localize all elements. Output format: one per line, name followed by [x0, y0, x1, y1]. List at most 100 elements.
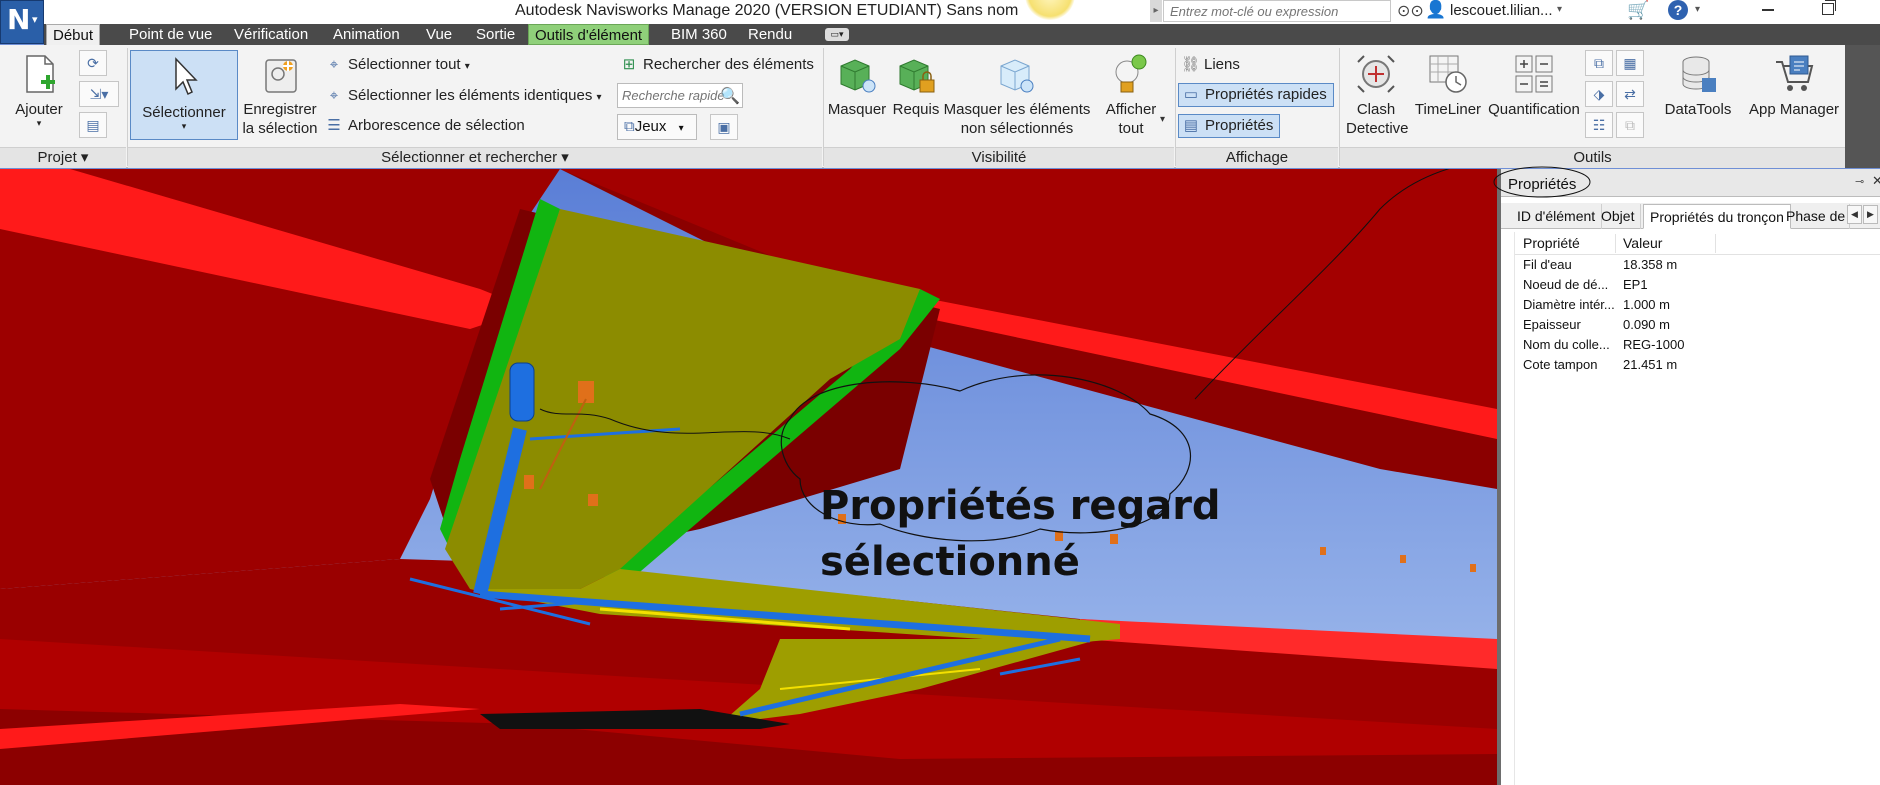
save-selection-button[interactable]: Enregistrer la sélection — [240, 52, 320, 138]
quick-properties-button[interactable]: ▭ Propriétés rapides — [1178, 83, 1334, 107]
table-row[interactable]: Fil d'eau 18.358 m — [1515, 255, 1880, 275]
tab-rendu[interactable]: Rendu — [742, 24, 798, 45]
column-header-property[interactable]: Propriété — [1523, 232, 1615, 255]
clash-label-line2: Detective — [1346, 120, 1409, 137]
tool-small-2-icon[interactable]: ▦ — [1616, 50, 1644, 76]
refresh-icon[interactable]: ⟳ — [79, 50, 107, 76]
hide-cube-icon — [835, 52, 879, 96]
help-icon[interactable]: ? — [1668, 0, 1688, 20]
quick-find-search-icon[interactable]: 🔍 — [720, 86, 740, 106]
select-all-label: Sélectionner tout — [348, 56, 461, 73]
selection-tree-label: Arborescence de sélection — [348, 117, 525, 134]
show-all-button[interactable]: Afficher tout — [1095, 52, 1167, 138]
properties-gutter — [1501, 232, 1515, 785]
tool-small-6-icon[interactable]: ⧉ — [1616, 112, 1644, 138]
maximize-icon[interactable] — [1822, 0, 1836, 15]
tab-bim-360[interactable]: BIM 360 — [665, 24, 733, 45]
select-all-button[interactable]: ⌖ Sélectionner tout ▾ — [325, 54, 470, 78]
timeliner-button[interactable]: TimeLiner — [1413, 52, 1483, 119]
tool-small-4-icon[interactable]: ⇄ — [1616, 81, 1644, 107]
scene-drawing — [0, 169, 1497, 785]
tab-vue[interactable]: Vue — [420, 24, 458, 45]
minimize-icon[interactable] — [1762, 9, 1774, 11]
find-items-button[interactable]: ⊞ Rechercher des éléments — [620, 54, 814, 78]
help-dropdown-icon[interactable]: ▾ — [1695, 4, 1700, 15]
tab-verification[interactable]: Vérification — [228, 24, 314, 45]
table-row[interactable]: Cote tampon 21.451 m — [1515, 355, 1880, 375]
tab-point-de-vue[interactable]: Point de vue — [123, 24, 218, 45]
table-row[interactable]: Nom du colle... REG-1000 — [1515, 335, 1880, 355]
user-name[interactable]: lescouet.lilian... — [1450, 2, 1553, 19]
find-items-label: Rechercher des éléments — [643, 56, 814, 73]
pin-icon[interactable]: ⊸ — [1855, 175, 1864, 188]
table-row[interactable]: Diamètre intér... 1.000 m — [1515, 295, 1880, 315]
tab-scroll-left-icon[interactable]: ◀ — [1847, 205, 1862, 224]
sets-icon: ⧉ — [624, 118, 635, 135]
links-button[interactable]: ⛓ Liens — [1181, 54, 1240, 78]
tab-animation[interactable]: Animation — [327, 24, 406, 45]
manage-sets-icon[interactable]: ▣ — [710, 114, 738, 140]
hide-unselected-button[interactable]: Masquer les éléments non sélectionnés — [943, 52, 1091, 138]
clash-detective-icon — [1354, 52, 1398, 96]
clash-detective-button[interactable]: Clash Detective — [1346, 52, 1409, 138]
properties-button[interactable]: ▤ Propriétés — [1178, 114, 1281, 138]
add-dropdown-icon: ▾ — [36, 118, 42, 128]
show-all-line2: tout — [1118, 120, 1144, 137]
column-divider[interactable] — [1715, 234, 1716, 253]
add-button[interactable]: Ajouter ▾ — [8, 52, 70, 128]
select-same-dropdown-icon: ▾ — [596, 92, 602, 103]
table-row[interactable]: Noeud de dé... EP1 — [1515, 275, 1880, 295]
navisworks-logo-icon[interactable]: N ▾ — [0, 0, 44, 44]
datatools-button[interactable]: DataTools — [1660, 52, 1736, 119]
show-all-dropdown-icon[interactable]: ▾ — [1160, 114, 1165, 125]
panel-label-visibility: Visibilité — [824, 147, 1174, 168]
tab-sortie[interactable]: Sortie — [470, 24, 521, 45]
3d-viewport[interactable] — [0, 169, 1497, 785]
property-name: Cote tampon — [1523, 357, 1598, 372]
binoculars-icon[interactable]: ⊙⊙ — [1397, 1, 1424, 21]
quantification-button[interactable]: Quantification — [1486, 52, 1582, 119]
panel-label-display: Affichage — [1176, 147, 1338, 168]
table-row[interactable]: Epaisseur 0.090 m — [1515, 315, 1880, 335]
tab-object[interactable]: Objet — [1595, 204, 1642, 229]
column-header-value[interactable]: Valeur — [1623, 232, 1662, 255]
user-dropdown-icon[interactable]: ▾ — [1557, 4, 1562, 15]
tab-segment-properties[interactable]: Propriétés du tronçon — [1643, 204, 1791, 229]
select-same-button[interactable]: ⌖ Sélectionner les éléments identiques ▾ — [325, 85, 602, 109]
search-input[interactable] — [1163, 0, 1391, 22]
user-icon[interactable]: 👤 — [1425, 0, 1446, 20]
sets-label: Jeux — [634, 118, 667, 135]
timeliner-label: TimeLiner — [1414, 101, 1482, 118]
tool-small-1-icon[interactable]: ⧉ — [1585, 50, 1613, 76]
timeliner-clock-icon — [1426, 52, 1470, 96]
tab-scroll-right-icon[interactable]: ▶ — [1863, 205, 1878, 224]
app-manager-button[interactable]: App Manager — [1746, 52, 1842, 119]
file-options-icon[interactable]: ▤ — [79, 112, 107, 138]
sets-dropdown-chevron-icon: ▾ — [678, 123, 684, 134]
tab-outils-element[interactable]: Outils d'élément — [528, 24, 650, 45]
find-items-icon: ⊞ — [622, 56, 636, 73]
property-name: Nom du colle... — [1523, 337, 1610, 352]
selection-tree-button[interactable]: ☰ Arborescence de sélection — [325, 115, 525, 139]
panel-label-select[interactable]: Sélectionner et rechercher ▾ — [128, 147, 822, 168]
tab-debut[interactable]: Début — [46, 24, 101, 45]
required-button[interactable]: Requis — [890, 52, 942, 119]
tab-overflow-icon[interactable]: ▭▾ — [825, 28, 849, 41]
property-value: 1.000 m — [1623, 297, 1670, 312]
tab-element-id[interactable]: ID d'élément — [1511, 204, 1603, 229]
hide-button[interactable]: Masquer — [826, 52, 888, 119]
search-expand-icon[interactable]: ▸ — [1150, 0, 1162, 22]
tool-small-5-icon[interactable]: ☷ — [1585, 112, 1613, 138]
window-title: Autodesk Navisworks Manage 2020 (VERSION… — [515, 2, 1019, 19]
tab-phase[interactable]: Phase de c — [1780, 204, 1850, 229]
properties-table: Propriété Valeur Fil d'eau 18.358 m Noeu… — [1515, 232, 1880, 375]
tool-small-3-icon[interactable]: ⬗ — [1585, 81, 1613, 107]
column-divider[interactable] — [1615, 234, 1616, 253]
panel-label-projet[interactable]: Projet ▾ — [0, 147, 126, 168]
cart-icon[interactable]: 🛒 — [1627, 0, 1649, 21]
select-button[interactable]: Sélectionner ▾ — [130, 50, 238, 140]
close-icon[interactable]: ✕ — [1872, 173, 1880, 189]
sets-dropdown[interactable]: ⧉Jeux ▾ — [617, 114, 697, 140]
reset-dropdown-icon[interactable]: ⇲▾ — [79, 81, 119, 107]
add-label: Ajouter — [15, 101, 63, 118]
